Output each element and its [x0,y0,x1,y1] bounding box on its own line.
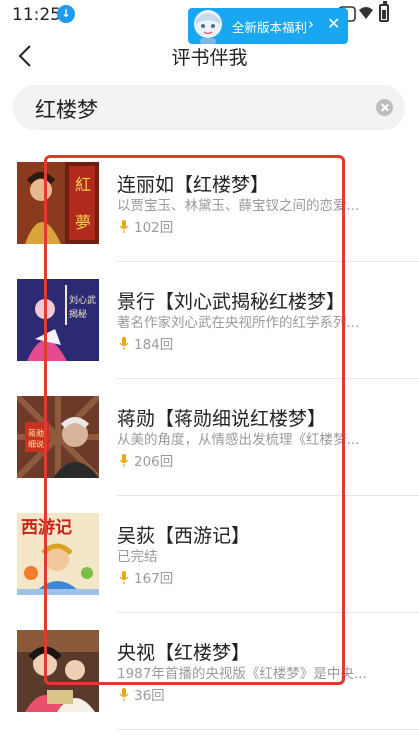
item-desc: 1987年首播的央视版《红楼梦》是中央... [117,666,367,682]
svg-text:揭秘: 揭秘 [69,308,87,320]
episode-count: 184回 [134,337,174,353]
book-cover: 刘心武 揭秘 [17,279,99,361]
promo-text: 全新版本福利 [232,20,308,35]
mic-icon [119,454,129,467]
clear-icon[interactable] [376,99,393,116]
mic-icon [119,337,129,350]
svg-text:蒋勋: 蒋勋 [28,428,44,438]
chevron-right-icon: › [308,15,314,33]
list-item[interactable]: 紅 夢 连丽如【红楼梦】 以贾宝玉、林黛玉、薛宝钗之间的恋爱... 102回 [0,145,419,262]
svg-text:细说: 细说 [28,439,44,449]
mic-icon [119,571,129,584]
svg-text:紅: 紅 [75,175,91,194]
divider [117,729,419,730]
list-item[interactable]: 刘心武 揭秘 景行【刘心武揭秘红楼梦】 著名作家刘心武在央视所作的红学系列...… [0,262,419,379]
mic-icon [119,688,129,701]
episode-count: 36回 [134,688,165,704]
item-desc: 以贾宝玉、林黛玉、薛宝钗之间的恋爱... [117,198,360,214]
episode-count: 102回 [134,220,174,236]
nav-bar: 评书伴我 [0,36,419,76]
list-item[interactable]: 西游记 吴荻【西游记】 已完结 167回 [0,496,419,613]
list-item[interactable]: 央视【红楼梦】 1987年首播的央视版《红楼梦》是中央... 36回 [0,613,419,730]
book-cover: 蒋勋 细说 [17,396,99,478]
item-desc: 从美的角度，从情感出发梳理《红楼梦... [117,432,360,448]
svg-text:夢: 夢 [75,213,91,232]
item-title: 蒋勋【蒋勋细说红楼梦】 [117,408,327,430]
list-item[interactable]: 蒋勋 细说 蒋勋【蒋勋细说红楼梦】 从美的角度，从情感出发梳理《红楼梦... 2… [0,379,419,496]
battery-icon [379,1,389,22]
item-title: 吴荻【西游记】 [117,525,251,547]
search-query: 红楼梦 [35,98,98,122]
book-cover [17,630,99,712]
episode-count: 167回 [134,571,174,587]
page-title: 评书伴我 [171,47,248,69]
episode-count: 206回 [134,454,174,470]
mic-icon [119,220,129,233]
status-time: 11:25 [12,5,61,25]
item-title: 景行【刘心武揭秘红楼梦】 [117,291,346,313]
svg-text:西游记: 西游记 [21,517,72,538]
book-cover: 西游记 [17,513,99,595]
item-desc: 已完结 [117,549,158,565]
book-cover: 紅 夢 [17,162,99,244]
download-icon: ↓ [57,5,75,23]
item-desc: 著名作家刘心武在央视所作的红学系列... [117,315,360,331]
svg-text:刘心武: 刘心武 [69,294,96,306]
wifi-icon [359,7,373,19]
close-icon[interactable]: ✕ [327,14,340,33]
item-title: 央视【红楼梦】 [117,642,251,664]
search-input[interactable]: 红楼梦 [13,85,405,130]
item-title: 连丽如【红楼梦】 [117,174,270,196]
